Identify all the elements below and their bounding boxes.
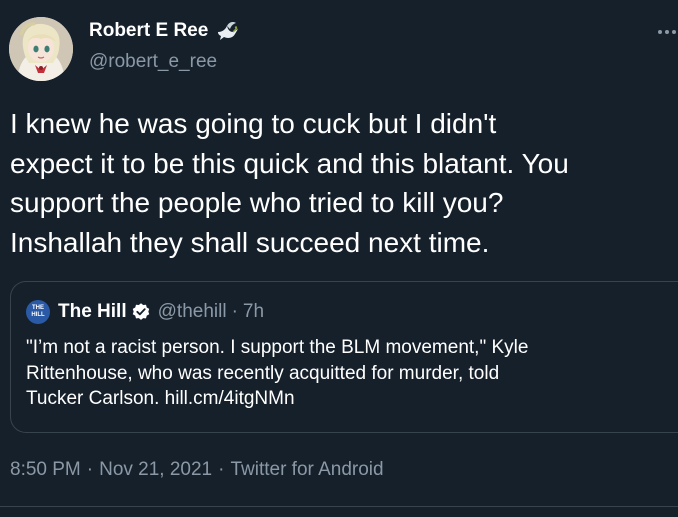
tweet-metadata: 8:50 PM · Nov 21, 2021 · Twitter for Android bbox=[10, 459, 384, 481]
tweet-text-line: support the people who tried to kill you… bbox=[10, 187, 504, 218]
quoted-text-line: Tucker Carlson. hill.cm/4itgNMn bbox=[26, 388, 295, 409]
tweet-text-line: Inshallah they shall succeed next time. bbox=[10, 226, 490, 258]
quoted-display-name[interactable]: The Hill bbox=[58, 301, 127, 323]
the-hill-logo-icon[interactable]: THE HILL bbox=[26, 300, 50, 324]
quoted-tweet-text: "I’m not a racist person. I support the … bbox=[26, 335, 666, 412]
quoted-timestamp[interactable]: 7h bbox=[243, 301, 264, 323]
author-display-name[interactable]: Robert E Ree bbox=[89, 20, 240, 42]
quoted-tweet[interactable]: THE HILL The Hill @thehill · 7h "I’m not… bbox=[10, 281, 678, 433]
quoted-tweet-header: THE HILL The Hill @thehill · 7h bbox=[26, 300, 264, 324]
tweet-text: I knew he was going to cuck but I didn't… bbox=[10, 104, 678, 262]
author-avatar[interactable] bbox=[9, 17, 73, 81]
verified-badge-icon bbox=[132, 303, 149, 320]
meta-separator: · bbox=[218, 459, 225, 480]
tweet-text-line: expect it to be this quick and this blat… bbox=[10, 147, 569, 179]
divider bbox=[0, 506, 678, 507]
quoted-separator: · bbox=[231, 301, 238, 322]
dove-icon bbox=[216, 20, 240, 42]
tweet-source[interactable]: Twitter for Android bbox=[230, 459, 383, 480]
meta-separator: · bbox=[86, 459, 94, 480]
quoted-handle[interactable]: @thehill bbox=[158, 301, 227, 323]
anime-girl-avatar-icon bbox=[9, 17, 73, 81]
author-handle[interactable]: @robert_e_ree bbox=[89, 51, 217, 73]
tweet-time[interactable]: 8:50 PM bbox=[10, 459, 81, 480]
tweet-container: Robert E Ree @robert_e_ree I knew he was… bbox=[0, 0, 678, 517]
tweet-text-line: I knew he was going to cuck but I didn't bbox=[10, 108, 497, 139]
quoted-text-line: "I’m not a racist person. I support the … bbox=[26, 337, 529, 358]
author-name-text: Robert E Ree bbox=[89, 20, 209, 41]
tweet-date[interactable]: Nov 21, 2021 bbox=[99, 459, 212, 480]
quoted-text-line: Rittenhouse, who was recently acquitted … bbox=[26, 362, 500, 384]
more-options-icon[interactable] bbox=[650, 22, 678, 42]
